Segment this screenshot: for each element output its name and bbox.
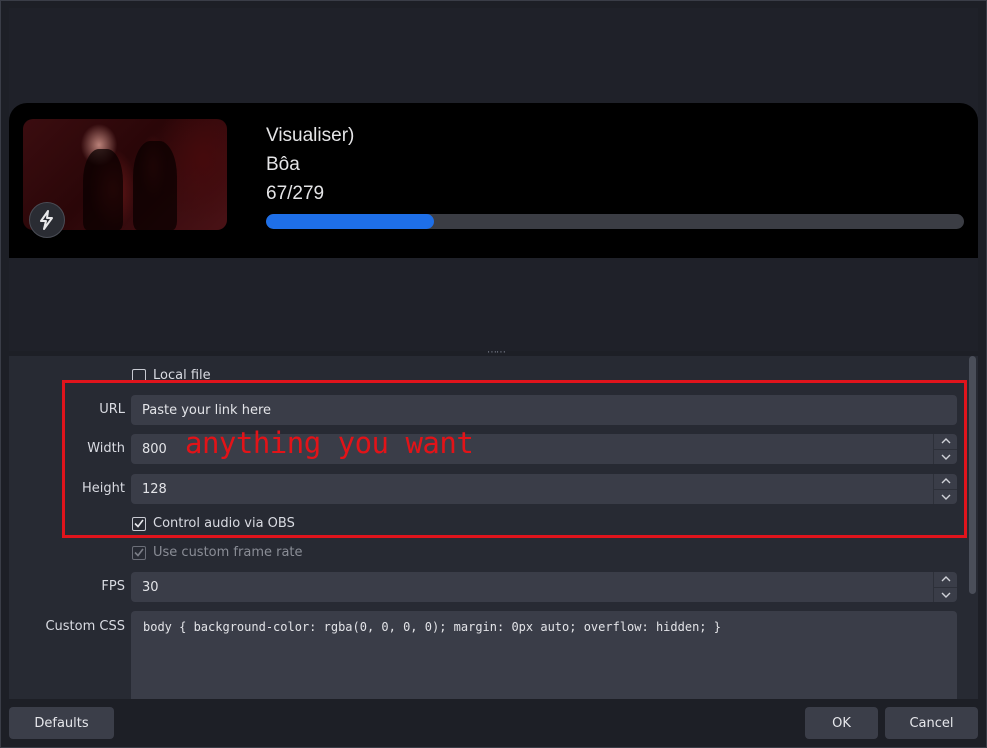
local-file-label: Local file <box>153 368 211 383</box>
height-label: Height <box>82 481 125 496</box>
ok-button[interactable]: OK <box>805 707 878 739</box>
chevron-down-icon[interactable] <box>933 448 957 464</box>
defaults-button[interactable]: Defaults <box>9 707 114 739</box>
custom-frame-rate-checkbox[interactable]: Use custom frame rate <box>132 545 303 560</box>
local-file-checkbox[interactable]: Local file <box>132 368 211 383</box>
width-value: 800 <box>142 441 167 457</box>
lightning-bolt-icon <box>29 202 65 238</box>
annotation-text: anything you want <box>185 426 474 460</box>
checkbox-box[interactable] <box>132 368 146 383</box>
track-title: Visualiser) <box>266 125 355 146</box>
track-info: Visualiser) Bôa 67/279 <box>266 121 354 208</box>
track-artist: Bôa <box>266 154 300 175</box>
music-widget: Visualiser) Bôa 67/279 <box>9 103 978 258</box>
fps-stepper[interactable] <box>933 572 957 602</box>
properties-scrollbar[interactable] <box>968 356 978 699</box>
scrollbar-thumb[interactable] <box>969 356 976 594</box>
chevron-up-icon[interactable] <box>933 434 957 449</box>
checkbox-box[interactable] <box>132 516 146 531</box>
progress-fill <box>266 214 434 229</box>
url-value: Paste your link here <box>142 402 272 418</box>
chevron-up-icon[interactable] <box>933 474 957 489</box>
height-stepper[interactable] <box>933 474 957 504</box>
custom-css-textarea[interactable]: body { background-color: rgba(0, 0, 0, 0… <box>131 611 957 699</box>
chevron-down-icon[interactable] <box>933 488 957 504</box>
url-input[interactable]: Paste your link here <box>131 395 957 425</box>
chevron-up-icon[interactable] <box>933 572 957 587</box>
height-value: 128 <box>142 481 167 497</box>
control-audio-checkbox[interactable]: Control audio via OBS <box>132 516 295 531</box>
width-stepper[interactable] <box>933 434 957 464</box>
control-audio-label: Control audio via OBS <box>153 516 295 531</box>
dialog-footer: Defaults OK Cancel <box>1 699 986 747</box>
url-label: URL <box>99 402 125 417</box>
fps-spinbox[interactable]: 30 <box>131 572 957 602</box>
checkbox-box[interactable] <box>132 545 146 560</box>
properties-panel: Local file URL Paste your link here Widt… <box>9 356 978 699</box>
custom-frame-rate-label: Use custom frame rate <box>153 545 303 560</box>
track-position: 67/279 <box>266 183 325 204</box>
fps-label: FPS <box>101 579 125 594</box>
custom-css-label: Custom CSS <box>45 619 125 634</box>
fps-value: 30 <box>142 579 159 595</box>
chevron-down-icon[interactable] <box>933 586 957 602</box>
cancel-button[interactable]: Cancel <box>885 707 978 739</box>
width-label: Width <box>87 441 125 456</box>
height-spinbox[interactable]: 128 <box>131 474 957 504</box>
progress-bar <box>266 214 964 229</box>
